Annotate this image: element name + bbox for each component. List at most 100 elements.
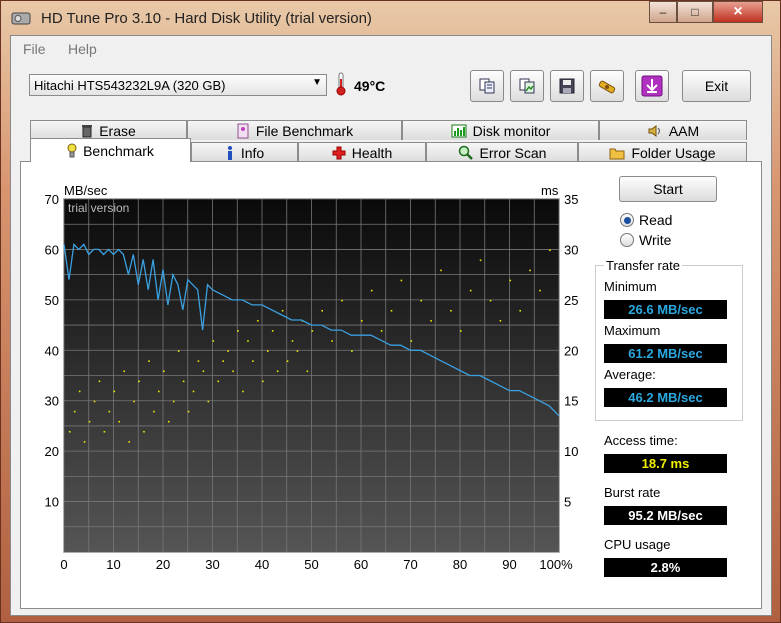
access-time-point: [158, 390, 160, 393]
access-time-point: [148, 360, 150, 362]
write-radio-dot: [620, 233, 634, 247]
access-time-point: [222, 360, 224, 362]
y-right-tick-label: 30: [564, 242, 578, 257]
minimum-label: Minimum: [604, 279, 657, 294]
access-time-value: 18.7 ms: [604, 454, 727, 473]
y-left-tick-label: 10: [45, 495, 59, 510]
tab-aam[interactable]: AAM: [599, 120, 747, 140]
y-right-tick-label: 25: [564, 293, 578, 308]
close-icon: ×: [733, 3, 743, 20]
access-time-point: [271, 330, 274, 332]
access-time-point: [177, 350, 180, 352]
title-bar[interactable]: HD Tune Pro 3.10 - Hard Disk Utility (tr…: [1, 1, 780, 35]
access-time-point: [247, 340, 249, 342]
y-left-tick-label: 50: [45, 293, 59, 308]
minimum-value: 26.6 MB/sec: [604, 300, 727, 319]
access-time-point: [182, 380, 185, 383]
access-time-point: [276, 370, 279, 373]
write-radio[interactable]: Write: [620, 232, 671, 248]
access-time-point: [88, 420, 91, 423]
average-label: Average:: [604, 367, 656, 382]
access-time-point: [509, 279, 512, 282]
access-time-point: [232, 370, 234, 373]
x-tick-label: 0: [60, 557, 67, 572]
access-time-point: [321, 309, 323, 312]
access-time-point: [237, 330, 239, 332]
access-time-point: [519, 309, 521, 312]
y-axis-left-label: MB/sec: [64, 183, 108, 198]
access-time-point: [306, 370, 309, 373]
x-tick-label: 90: [502, 557, 516, 572]
access-time-point: [361, 320, 363, 322]
access-time-point: [113, 390, 116, 393]
folder-icon: [609, 148, 625, 159]
access-time-point: [192, 390, 195, 393]
maximize-button[interactable]: □: [677, 1, 713, 23]
access-time-point: [172, 400, 175, 403]
access-time-point: [153, 410, 155, 413]
x-tick-label: 40: [255, 557, 269, 572]
read-radio-dot: [620, 213, 634, 227]
minimize-icon: –: [659, 5, 667, 19]
transfer-rate-title: Transfer rate: [604, 258, 682, 273]
y-right-tick-label: 5: [564, 495, 571, 510]
average-value: 46.2 MB/sec: [604, 388, 727, 407]
download-button[interactable]: [635, 70, 669, 102]
y-axis-right-label: ms: [541, 183, 559, 198]
access-time-point: [341, 299, 343, 302]
access-time-point: [311, 330, 314, 332]
access-time-point: [73, 410, 76, 413]
minimize-button[interactable]: –: [649, 1, 677, 23]
exit-button[interactable]: Exit: [682, 70, 751, 102]
access-time-point: [133, 400, 135, 403]
x-tick-label: 100%: [539, 557, 573, 572]
y-right-tick-label: 20: [564, 343, 578, 358]
read-label: Read: [639, 212, 673, 228]
x-tick-label: 50: [304, 557, 318, 572]
y-left-tick-label: 20: [45, 444, 59, 459]
window-title: HD Tune Pro 3.10 - Hard Disk Utility (tr…: [41, 10, 372, 27]
x-tick-label: 80: [453, 557, 467, 572]
tab-folder-usage[interactable]: Folder Usage: [578, 142, 747, 162]
access-time-point: [217, 380, 220, 383]
maximize-icon: □: [691, 5, 699, 19]
speaker-icon: [648, 124, 660, 137]
access-time-point: [489, 299, 492, 302]
options-icon: [598, 80, 616, 94]
access-time-point: [227, 350, 229, 352]
access-time-point: [143, 430, 145, 433]
benchmark-chart: trial version MB/sec ms 0 10 20 30 40 50 60 70 8…: [45, 183, 579, 572]
access-time-point: [460, 330, 462, 332]
exit-label: Exit: [704, 78, 729, 94]
access-time-point: [93, 400, 96, 403]
access-time-point: [68, 430, 71, 433]
access-time-point: [331, 340, 333, 342]
access-time-point: [296, 350, 299, 352]
access-time-point: [187, 410, 190, 413]
client-area: File Help Hitachi HTS543232L9A (320 GB) …: [10, 35, 772, 616]
benchmark-icon: [67, 143, 77, 157]
access-time-point: [128, 441, 130, 443]
access-time-point: [78, 390, 81, 393]
tab-benchmark[interactable]: Benchmark: [30, 138, 191, 162]
start-button[interactable]: Start: [619, 176, 717, 202]
y-left-tick-label: 30: [45, 394, 59, 409]
access-time-point: [549, 249, 551, 252]
read-radio[interactable]: Read: [620, 212, 672, 228]
y-right-tick-label: 10: [564, 444, 578, 459]
cpu-usage-label: CPU usage: [604, 537, 671, 552]
access-time-point: [98, 380, 101, 383]
burst-rate-value: 95.2 MB/sec: [604, 506, 727, 525]
access-time-point: [262, 380, 264, 383]
x-tick-label: 20: [156, 557, 170, 572]
start-label: Start: [653, 181, 683, 197]
access-time-point: [479, 259, 482, 262]
access-time-point: [390, 309, 393, 312]
access-time-point: [207, 400, 210, 403]
access-time-point: [197, 360, 200, 362]
close-button[interactable]: ×: [713, 1, 763, 23]
options-button[interactable]: [590, 70, 624, 102]
access-time-point: [286, 360, 289, 362]
access-time-point: [529, 269, 531, 272]
x-tick-label: 70: [403, 557, 417, 572]
